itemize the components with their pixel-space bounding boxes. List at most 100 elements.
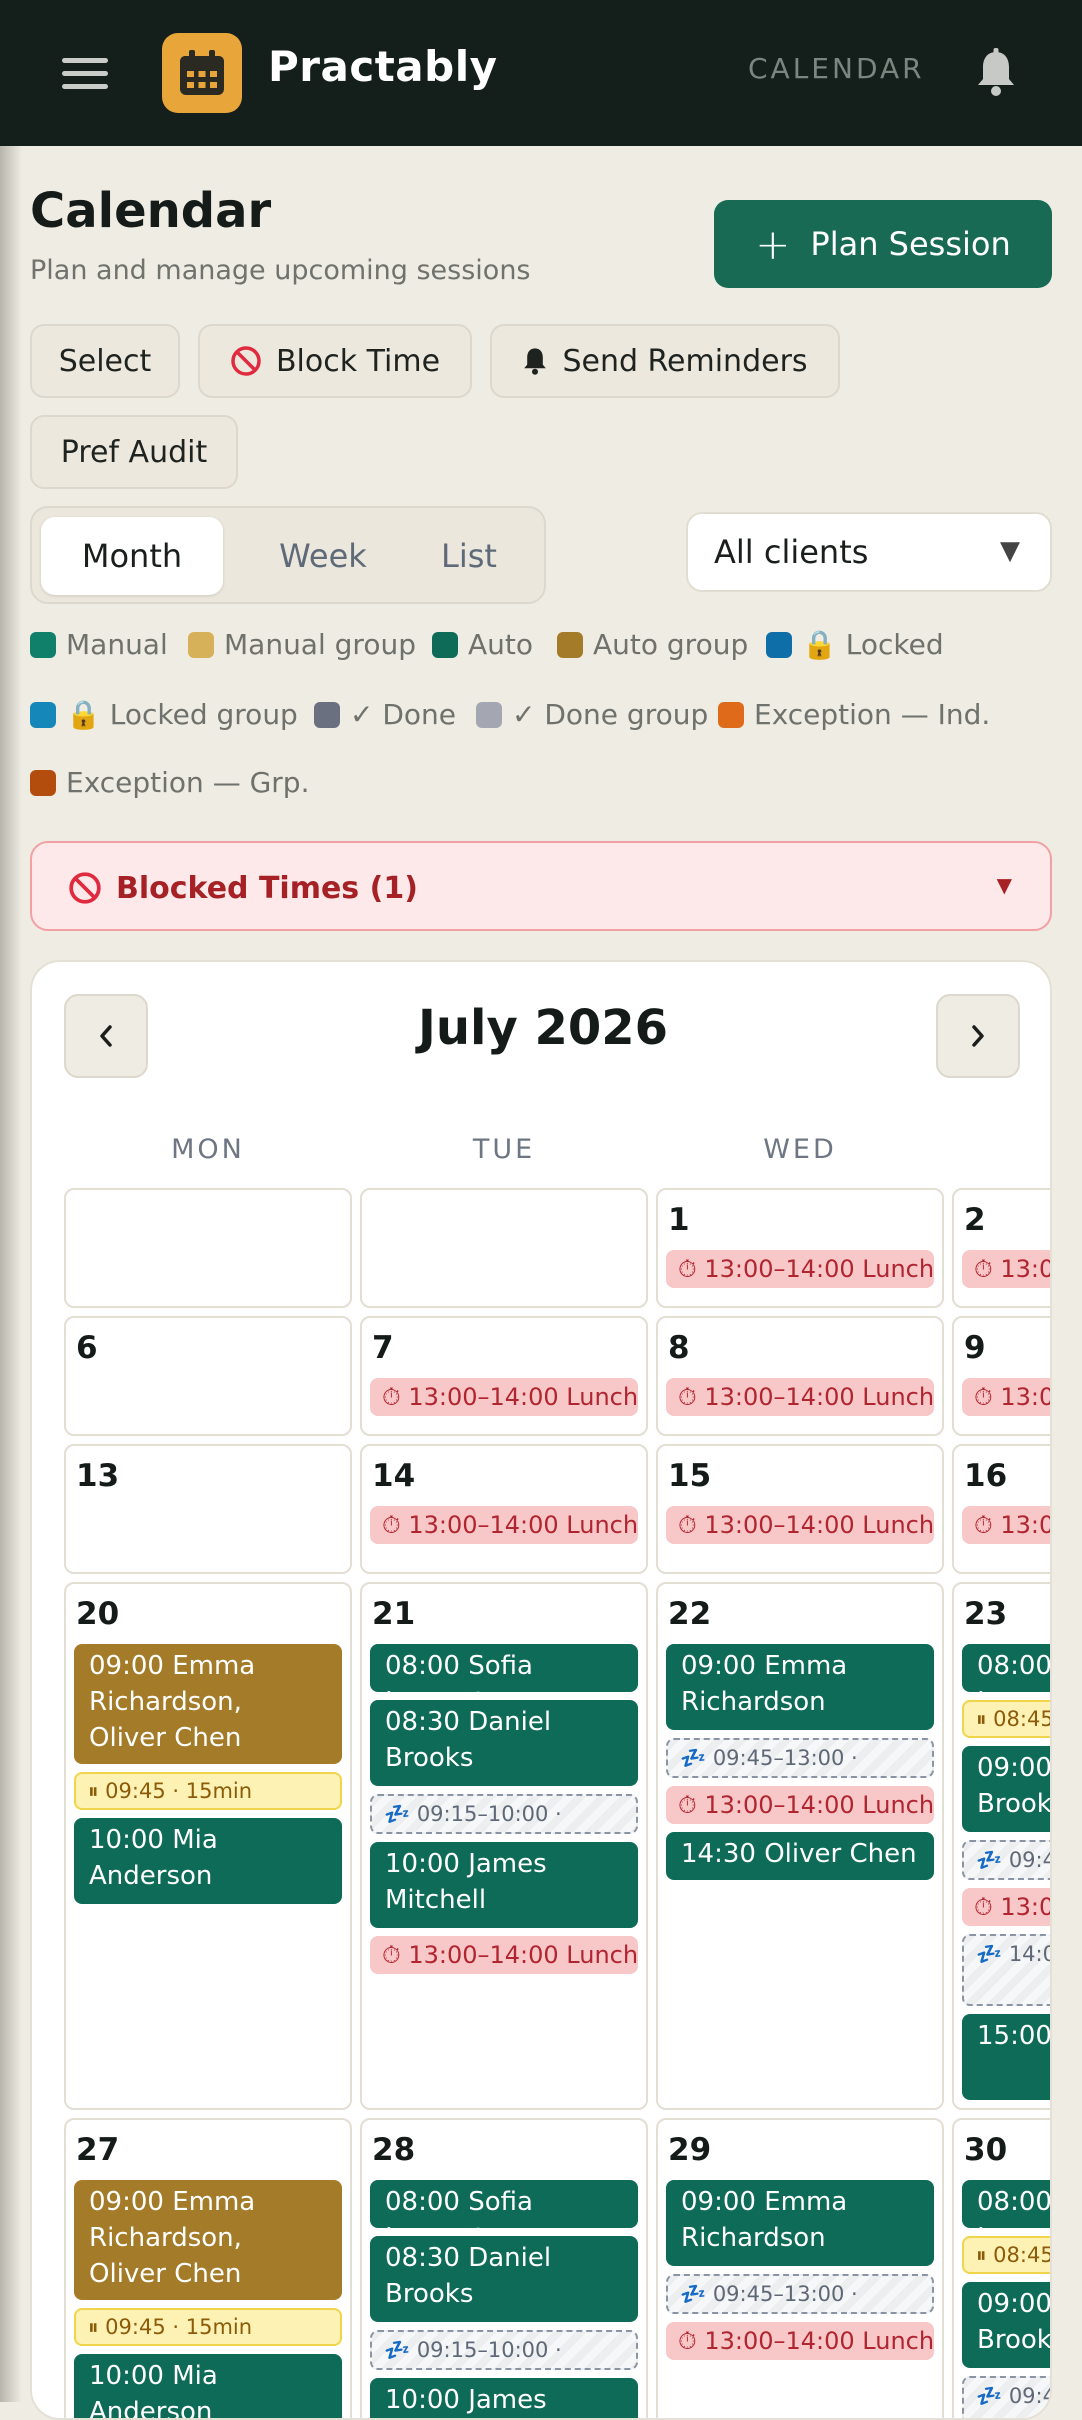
bell-icon	[524, 348, 547, 375]
blocked-time-event[interactable]: ⏱ 13:00–14:00 Lunch	[962, 1378, 1050, 1416]
legend-label: ✓ Done	[350, 698, 457, 731]
gap-event[interactable]: 💤 09:45–13:00 · 195min	[962, 1840, 1050, 1880]
view-tab-week[interactable]: Week	[232, 517, 414, 595]
gap-event[interactable]: 💤 09:45–13:00 · 195min	[666, 2274, 934, 2314]
blocked-time-event[interactable]: ⏱ 13:00–14:00 Lunch	[666, 2322, 934, 2360]
session-event[interactable]: 09:00 Emma Richardson	[666, 2180, 934, 2266]
side-drawer-edge	[0, 146, 22, 2402]
legend-item: ✓ Done group	[476, 698, 708, 731]
day-cell[interactable]: 16 ⏱ 13:00–14:00 Lunch	[952, 1444, 1050, 1574]
day-number: 2	[964, 1202, 986, 1238]
blocked-time-event[interactable]: ⏱ 13:00–14:00 Lunch	[370, 1506, 638, 1544]
notifications-bell-icon[interactable]	[976, 48, 1016, 98]
legend-label: Manual	[66, 628, 168, 661]
blocked-time-event[interactable]: ⏱ 13:00–14:00 Lunch	[666, 1786, 934, 1824]
pref-audit-label: Pref Audit	[60, 434, 208, 470]
day-cell[interactable]	[64, 1188, 352, 1308]
blocked-time-event[interactable]: ⏱ 13:00–14:00 Lunch	[666, 1506, 934, 1544]
day-cell[interactable]: 15 ⏱ 13:00–14:00 Lunch	[656, 1444, 944, 1574]
day-cell[interactable]: 2 ⏱ 13:00–14:00 Lunch	[952, 1188, 1050, 1308]
weekday-header: WED	[763, 1134, 837, 1165]
view-tab-list[interactable]: List	[404, 517, 534, 595]
session-event[interactable]: 08:00 Sofia Laurent	[962, 2180, 1050, 2228]
session-event[interactable]: 08:30 Daniel Brooks	[370, 2236, 638, 2322]
legend-label: ✓ Done group	[512, 698, 709, 731]
blocked-time-event[interactable]: ⏱ 13:00–14:00 Lunch	[666, 1378, 934, 1416]
day-cell[interactable]: 9 ⏱ 13:00–14:00 Lunch	[952, 1316, 1050, 1436]
client-filter-value: All clients	[714, 533, 869, 571]
client-filter-select[interactable]: All clients ▼	[686, 512, 1052, 592]
legend-swatch	[557, 631, 583, 658]
calendar-logo-icon	[162, 33, 242, 113]
legend-label: Auto group	[593, 628, 749, 661]
day-cell[interactable]: 27 09:00 Emma Richardson, Oliver Chen ⏸ 09…	[64, 2118, 352, 2418]
day-cell[interactable]: 28 08:00 Sofia Laurent 08:30 Daniel Brooks…	[360, 2118, 648, 2418]
day-cell[interactable]: 20 09:00 Emma Richardson, Oliver Chen ⏸ 09…	[64, 1582, 352, 2110]
session-event[interactable]: 14:30 Oliver Chen	[666, 1832, 934, 1880]
pref-audit-button[interactable]: Pref Audit	[30, 415, 238, 489]
session-event[interactable]: 09:00 Daniel Brooks	[962, 2282, 1050, 2368]
block-time-button[interactable]: Block Time	[198, 324, 472, 398]
gap-event[interactable]: 💤 09:45–13:00	[962, 2376, 1050, 2418]
day-number: 1	[668, 1202, 690, 1238]
session-event[interactable]: 10:00 Mia Anderson	[74, 2354, 342, 2418]
break-event[interactable]: ⏸ 09:45 · 15min	[74, 1772, 342, 1810]
day-cell[interactable]: 6	[64, 1316, 352, 1436]
blocked-time-event[interactable]: ⏱ 13:00–14:00 Lunch	[962, 1250, 1050, 1288]
blocked-time-event[interactable]: ⏱ 13:00–14:00 Lunch	[666, 1250, 934, 1288]
session-event[interactable]: 08:30 Daniel Brooks	[370, 1700, 638, 1786]
send-reminders-button[interactable]: Send Reminders	[490, 324, 840, 398]
gap-event[interactable]: 💤 09:45–13:00 · 195min	[666, 1738, 934, 1778]
block-time-label: Block Time	[275, 343, 441, 379]
session-event[interactable]: 15:00 Hannah	[962, 2014, 1050, 2100]
day-cell[interactable]: 29 09:00 Emma Richardson 💤 09:45–13:00 · 1…	[656, 2118, 944, 2418]
break-event[interactable]: ⏸ 09:45 · 15min	[74, 2308, 342, 2346]
nav-link-calendar[interactable]: CALENDAR	[748, 52, 925, 85]
gap-event[interactable]: 💤 09:15–10:00 · 45min	[370, 2330, 638, 2370]
session-event[interactable]: 10:00 James Mitchell	[370, 2378, 638, 2418]
day-cell[interactable]: 8 ⏱ 13:00–14:00 Lunch	[656, 1316, 944, 1436]
plan-session-button[interactable]: + Plan Session	[714, 200, 1052, 288]
day-cell[interactable]	[360, 1188, 648, 1308]
view-tab-month[interactable]: Month	[41, 517, 223, 595]
day-cell[interactable]: 7 ⏱ 13:00–14:00 Lunch	[360, 1316, 648, 1436]
session-event[interactable]: 08:00 Sofia Laurent	[370, 1644, 638, 1692]
blocked-time-event[interactable]: ⏱ 13:00–14:00 Lunch	[962, 1888, 1050, 1926]
session-event[interactable]: 09:00 Emma Richardson, Oliver Chen	[74, 2180, 342, 2300]
legend-item: Auto	[432, 628, 533, 661]
legend-swatch	[476, 701, 502, 728]
day-cell[interactable]: 30 08:00 Sofia Laurent ⏸ 08:45 · 15min 09:0…	[952, 2118, 1050, 2418]
legend-swatch	[30, 701, 56, 728]
break-event[interactable]: ⏸ 08:45 · 15min	[962, 1700, 1050, 1738]
weekday-header: TUE	[472, 1134, 536, 1165]
blocked-times-panel[interactable]: Blocked Times (1) ▼	[30, 841, 1052, 931]
day-cell[interactable]: 21 08:00 Sofia Laurent 08:30 Daniel Brooks…	[360, 1582, 648, 2110]
next-month-button[interactable]	[936, 994, 1020, 1078]
session-event[interactable]: 10:00 James Mitchell	[370, 1842, 638, 1928]
blocked-time-event[interactable]: ⏱ 13:00–14:00 Lunch	[370, 1378, 638, 1416]
day-number: 16	[964, 1458, 1008, 1494]
session-event[interactable]: 09:00 Emma Richardson, Oliver Chen	[74, 1644, 342, 1764]
session-event[interactable]: 08:00 Sofia Laurent	[370, 2180, 638, 2228]
gap-event[interactable]: 💤 14:00–15:00	[962, 1934, 1050, 2006]
chevron-down-icon: ▼	[1000, 536, 1020, 566]
day-number: 28	[372, 2132, 416, 2168]
day-cell[interactable]: 14 ⏱ 13:00–14:00 Lunch	[360, 1444, 648, 1574]
gap-event[interactable]: 💤 09:15–10:00 · 45min	[370, 1794, 638, 1834]
session-event[interactable]: 09:00 Emma Richardson	[666, 1644, 934, 1730]
legend-label: Auto	[468, 628, 534, 661]
session-event[interactable]: 10:00 Mia Anderson	[74, 1818, 342, 1904]
blocked-time-event[interactable]: ⏱ 13:00–14:00 Lunch	[962, 1506, 1050, 1544]
session-event[interactable]: 09:00 Daniel Brooks	[962, 1746, 1050, 1832]
menu-icon[interactable]	[62, 58, 108, 90]
blocked-time-event[interactable]: ⏱ 13:00–14:00 Lunch	[370, 1936, 638, 1974]
plus-icon: +	[755, 219, 791, 269]
legend-item: 🔒 Locked	[766, 628, 944, 661]
day-cell[interactable]: 23 08:00 Sofia Laurent ⏸ 08:45 · 15min 09:0…	[952, 1582, 1050, 2110]
break-event[interactable]: ⏸ 08:45 · 15min	[962, 2236, 1050, 2274]
session-event[interactable]: 08:00 Sofia Laurent	[962, 1644, 1050, 1692]
day-cell[interactable]: 1 ⏱ 13:00–14:00 Lunch	[656, 1188, 944, 1308]
select-button[interactable]: Select	[30, 324, 180, 398]
day-cell[interactable]: 13	[64, 1444, 352, 1574]
day-cell[interactable]: 22 09:00 Emma Richardson 💤 09:45–13:00 · 1…	[656, 1582, 944, 2110]
